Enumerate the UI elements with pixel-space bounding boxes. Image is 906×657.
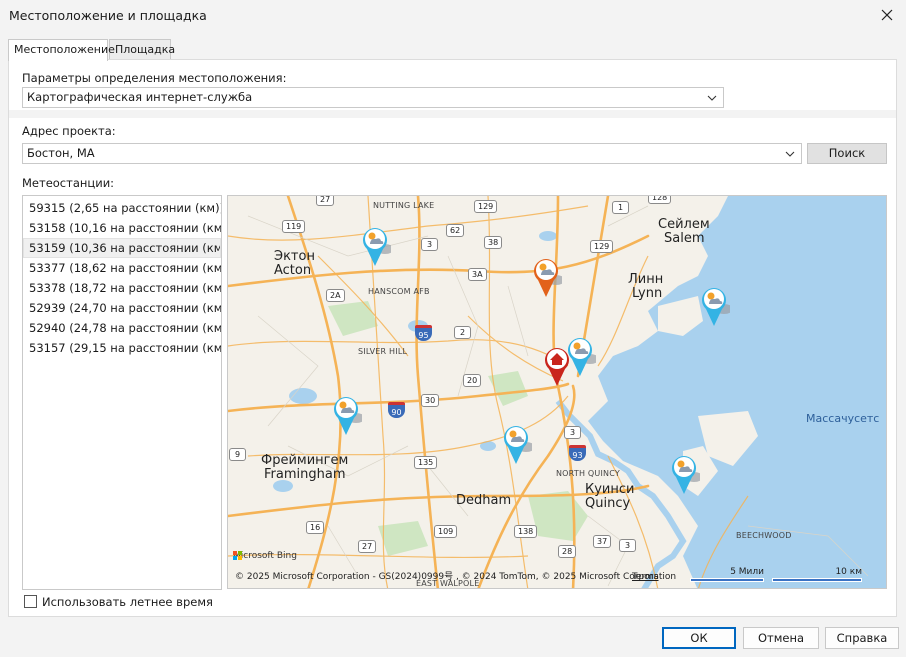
route-shield: 109 (434, 525, 458, 538)
interstate-shield: 95 (415, 325, 432, 341)
weather-station-pin-icon[interactable] (500, 421, 532, 465)
place-label-framingham: Фреймингем Framingham (261, 453, 349, 482)
search-button[interactable]: Поиск (807, 143, 887, 164)
place-label-acton: Эктон Acton (274, 249, 315, 278)
dst-label: Использовать летнее время (42, 595, 213, 609)
settings-band (9, 110, 896, 118)
window-title: Местоположение и площадка (9, 8, 207, 23)
map-view[interactable]: Эктон Acton Сейлем Salem Линн Lynn Фрейминг… (227, 195, 887, 589)
map-copyright: © 2025 Microsoft Corporation - GS(2024)0… (235, 572, 677, 582)
route-shield: 3 (421, 238, 438, 251)
location-service-value: Картографическая интернет-служба (27, 90, 253, 104)
route-shield: 1 (612, 201, 629, 214)
interstate-shield: 93 (569, 445, 586, 461)
route-shield: 27 (358, 540, 377, 553)
tab-location[interactable]: Местоположение (8, 39, 115, 61)
cancel-button[interactable]: Отмена (743, 627, 819, 649)
close-button[interactable] (874, 3, 900, 27)
place-label-lynn: Линн Lynn (628, 272, 664, 301)
location-service-select[interactable]: Картографическая интернет-служба (22, 87, 724, 108)
route-shield: 2A (326, 289, 345, 302)
project-address-input[interactable]: Бостон, MA (22, 143, 802, 164)
place-label-massachusetts: Массачусетс (806, 412, 880, 425)
route-shield: 16 (306, 521, 325, 534)
station-item[interactable]: 59315 (2,65 на расстоянии (км)) (23, 198, 221, 218)
weather-station-selected-pin-icon[interactable] (530, 254, 562, 298)
map-scale-km: 10 км (772, 567, 862, 582)
route-shield: 128 (648, 196, 672, 204)
route-shield: 37 (593, 535, 612, 548)
route-shield: 2 (454, 326, 471, 339)
tab-site[interactable]: Площадка (109, 39, 175, 60)
station-item[interactable]: 52940 (24,78 на расстоянии (км)) (23, 318, 221, 338)
microsoft-logo-icon (233, 551, 242, 560)
place-label-quincy: Куинси Quincy (585, 482, 635, 511)
place-label-silver-hill: SILVER HILL (358, 347, 408, 356)
weather-station-pin-icon[interactable] (668, 451, 700, 495)
map-scale-miles: 5 Мили (690, 567, 764, 582)
place-label-salem: Сейлем Salem (658, 217, 710, 246)
place-label-nutting-lake: NUTTING LAKE (373, 201, 435, 210)
scale-bar-km (772, 578, 862, 582)
close-icon (881, 9, 893, 21)
route-shield: 20 (463, 374, 482, 387)
route-shield: 9 (229, 448, 246, 461)
route-shield: 3 (619, 539, 636, 552)
place-label-beechwood: BEECHWOOD (736, 531, 792, 540)
title-bar: Местоположение и площадка (0, 0, 906, 32)
scale-bar-miles (690, 578, 764, 582)
route-shield: 138 (514, 525, 538, 538)
station-item[interactable]: 53377 (18,62 на расстоянии (км)) (23, 258, 221, 278)
route-shield: 129 (474, 200, 498, 213)
route-shield: 135 (414, 456, 438, 469)
route-shield: 28 (558, 545, 577, 558)
location-params-label: Параметры определения местоположения: (22, 71, 287, 85)
station-item[interactable]: 53157 (29,15 на расстоянии (км)) (23, 338, 221, 358)
route-shield: 119 (282, 220, 306, 233)
chevron-down-icon (707, 95, 717, 101)
interstate-shield: 90 (388, 402, 405, 418)
map-terms-link[interactable]: Terms (632, 572, 659, 582)
weather-station-pin-icon[interactable] (330, 392, 362, 436)
route-shield: 129 (590, 240, 614, 253)
project-location-home-pin-icon[interactable] (541, 343, 573, 387)
microsoft-bing-logo: Microsoft Bing (233, 551, 297, 561)
route-shield: 30 (421, 394, 440, 407)
weather-station-pin-icon[interactable] (359, 223, 391, 267)
station-item-selected[interactable]: 53159 (10,36 на расстоянии (км)) (23, 238, 221, 258)
station-item[interactable]: 53158 (10,16 на расстоянии (км)) (23, 218, 221, 238)
dst-checkbox[interactable] (24, 595, 37, 608)
ok-button[interactable]: ОК (662, 627, 736, 649)
weather-station-pin-icon[interactable] (698, 283, 730, 327)
project-address-label: Адрес проекта: (22, 124, 116, 138)
route-shield: 3A (468, 268, 487, 281)
project-address-value: Бостон, MA (27, 146, 95, 160)
place-label-hanscom: HANSCOM AFB (368, 287, 430, 296)
route-shield: 38 (484, 236, 503, 249)
station-item[interactable]: 52939 (24,70 на расстоянии (км)) (23, 298, 221, 318)
help-button[interactable]: Справка (825, 627, 899, 649)
station-item[interactable]: 53378 (18,72 на расстоянии (км)) (23, 278, 221, 298)
weather-stations-list: 59315 (2,65 на расстоянии (км)) 53158 (1… (22, 195, 222, 590)
place-label-north-quincy: NORTH QUINCY (556, 469, 620, 478)
route-shield: 27 (316, 196, 335, 206)
route-shield: 3 (564, 426, 581, 439)
chevron-down-icon (785, 151, 795, 157)
weather-stations-label: Метеостанции: (22, 176, 115, 190)
route-shield: 62 (446, 224, 465, 237)
place-label-dedham: Dedham (456, 493, 512, 508)
